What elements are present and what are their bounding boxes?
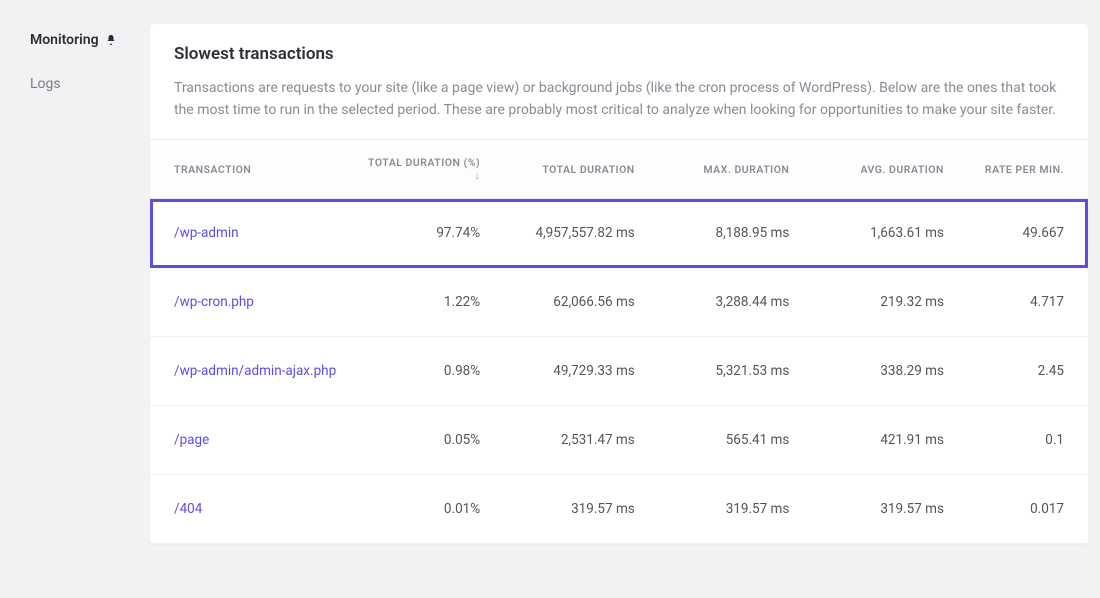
table-row: /wp-admin 97.74%4,957,557.82 ms8,188.95 m… bbox=[150, 199, 1088, 268]
cell-avg-duration: 219.32 ms bbox=[799, 268, 954, 337]
transactions-table: TRANSACTION TOTAL DURATION (%) ↓ TOTAL D… bbox=[150, 139, 1088, 544]
cell-total-duration: 49,729.33 ms bbox=[490, 337, 645, 406]
cell-total-duration-pct: 1.22% bbox=[356, 268, 490, 337]
cell-transaction: /wp-cron.php bbox=[150, 268, 356, 337]
slowest-transactions-card: Slowest transactions Transactions are re… bbox=[150, 24, 1088, 544]
cell-rate-per-min: 4.717 bbox=[954, 268, 1088, 337]
cell-avg-duration: 319.57 ms bbox=[799, 475, 954, 544]
cell-total-duration-pct: 0.05% bbox=[356, 406, 490, 475]
cell-avg-duration: 338.29 ms bbox=[799, 337, 954, 406]
cell-avg-duration: 421.91 ms bbox=[799, 406, 954, 475]
cell-rate-per-min: 49.667 bbox=[954, 199, 1088, 268]
table-row: /page 0.05%2,531.47 ms565.41 ms421.91 ms0… bbox=[150, 406, 1088, 475]
cell-rate-per-min: 2.45 bbox=[954, 337, 1088, 406]
cell-total-duration: 4,957,557.82 ms bbox=[490, 199, 645, 268]
card-description: Transactions are requests to your site (… bbox=[174, 78, 1064, 121]
table-row: /wp-cron.php 1.22%62,066.56 ms3,288.44 ms… bbox=[150, 268, 1088, 337]
content: Slowest transactions Transactions are re… bbox=[150, 0, 1100, 598]
bell-icon bbox=[105, 34, 115, 46]
cell-total-duration: 2,531.47 ms bbox=[490, 406, 645, 475]
cell-total-duration-pct: 97.74% bbox=[356, 199, 490, 268]
cell-max-duration: 565.41 ms bbox=[645, 406, 800, 475]
col-header-avg-duration[interactable]: AVG. DURATION bbox=[799, 140, 954, 199]
transaction-link[interactable]: /404 bbox=[174, 501, 202, 517]
cell-rate-per-min: 0.017 bbox=[954, 475, 1088, 544]
sidebar-item-monitoring[interactable]: Monitoring bbox=[30, 32, 150, 48]
cell-max-duration: 319.57 ms bbox=[645, 475, 800, 544]
transaction-link[interactable]: /wp-cron.php bbox=[174, 294, 254, 310]
cell-total-duration-pct: 0.98% bbox=[356, 337, 490, 406]
cell-max-duration: 3,288.44 ms bbox=[645, 268, 800, 337]
cell-max-duration: 5,321.53 ms bbox=[645, 337, 800, 406]
col-header-rate-per-min[interactable]: RATE PER MIN. bbox=[954, 140, 1088, 199]
sidebar: Monitoring Logs bbox=[0, 0, 150, 598]
transaction-link[interactable]: /wp-admin/admin-ajax.php bbox=[174, 363, 336, 379]
cell-transaction: /404 bbox=[150, 475, 356, 544]
table-row: /4040.01%319.57 ms319.57 ms319.57 ms0.01… bbox=[150, 475, 1088, 544]
col-header-transaction[interactable]: TRANSACTION bbox=[150, 140, 356, 199]
cell-transaction: /wp-admin bbox=[150, 199, 356, 268]
transaction-link[interactable]: /page bbox=[174, 432, 209, 448]
cell-transaction: /page bbox=[150, 406, 356, 475]
sidebar-item-label: Logs bbox=[30, 76, 61, 92]
col-header-max-duration[interactable]: MAX. DURATION bbox=[645, 140, 800, 199]
col-header-total-duration-pct[interactable]: TOTAL DURATION (%) ↓ bbox=[356, 140, 490, 199]
sidebar-item-logs[interactable]: Logs bbox=[30, 76, 150, 92]
card-title: Slowest transactions bbox=[174, 44, 1064, 64]
col-header-total-duration[interactable]: TOTAL DURATION bbox=[490, 140, 645, 199]
cell-max-duration: 8,188.95 ms bbox=[645, 199, 800, 268]
cell-transaction: /wp-admin/admin-ajax.php bbox=[150, 337, 356, 406]
sidebar-item-label: Monitoring bbox=[30, 32, 99, 48]
transaction-link[interactable]: /wp-admin bbox=[174, 225, 239, 241]
cell-total-duration: 319.57 ms bbox=[490, 475, 645, 544]
cell-total-duration: 62,066.56 ms bbox=[490, 268, 645, 337]
cell-rate-per-min: 0.1 bbox=[954, 406, 1088, 475]
cell-avg-duration: 1,663.61 ms bbox=[799, 199, 954, 268]
table-row: /wp-admin/admin-ajax.php 0.98%49,729.33 m… bbox=[150, 337, 1088, 406]
sort-arrow-down-icon: ↓ bbox=[474, 169, 480, 182]
cell-total-duration-pct: 0.01% bbox=[356, 475, 490, 544]
